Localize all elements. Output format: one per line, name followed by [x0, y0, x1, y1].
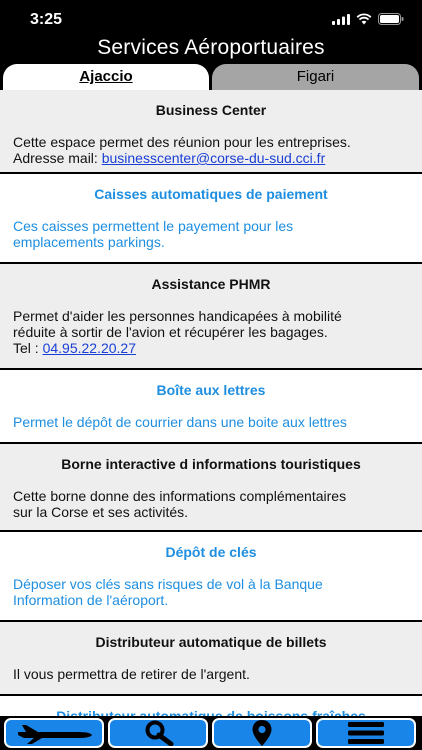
airplane-icon — [18, 725, 92, 744]
service-title: Caisses automatiques de paiement — [94, 186, 328, 202]
service-description: Ces caisses permettent le payement pour … — [0, 210, 422, 250]
menu-icon — [348, 722, 384, 744]
description-line: emplacements parkings. — [13, 234, 165, 250]
nav-flights-button[interactable] — [4, 718, 104, 748]
service-description: Il vous permettra de retirer de l'argent… — [0, 658, 422, 682]
list-item-distributeur-billets: Distributeur automatique de billets Il v… — [0, 622, 422, 696]
description-line: Permet le dépôt de courrier dans une boi… — [13, 414, 347, 430]
nav-menu-button[interactable] — [316, 718, 416, 748]
list-item-depot-de-cles: Dépôt de clés Déposer vos clés sans risq… — [0, 532, 422, 622]
description-line: Il vous permettra de retirer de l'argent… — [13, 666, 250, 682]
airport-tabs: Ajaccio Figari — [0, 64, 422, 90]
description-line: Information de l'aéroport. — [13, 592, 169, 608]
phone-link[interactable]: 04.95.22.20.27 — [43, 340, 136, 356]
list-item-caisses: Caisses automatiques de paiement Ces cai… — [0, 174, 422, 264]
nav-search-button[interactable] — [108, 718, 208, 748]
list-item-assistance-phmr: Assistance PHMR Permet d'aider les perso… — [0, 264, 422, 370]
description-line: Déposer vos clés sans risques de vol à l… — [13, 576, 323, 592]
services-list[interactable]: Business Center Cette espace permet des … — [0, 90, 422, 716]
service-title: Borne interactive d informations tourist… — [61, 456, 361, 472]
service-description: Déposer vos clés sans risques de vol à l… — [0, 568, 422, 608]
description-line: réduite à sortir de l'avion et récupérer… — [13, 324, 328, 340]
status-time: 3:25 — [30, 11, 63, 28]
battery-icon — [378, 13, 404, 25]
email-line: Adresse mail: businesscenter@corse-du-su… — [13, 150, 409, 166]
bottom-navigation — [0, 716, 422, 750]
description-line: Cette espace permet des réunion pour les… — [13, 134, 351, 150]
tab-ajaccio[interactable]: Ajaccio — [3, 64, 209, 90]
search-icon — [145, 720, 174, 746]
list-item-boite-aux-lettres: Boîte aux lettres Permet le dépôt de cou… — [0, 370, 422, 444]
service-description: Cette espace permet des réunion pour les… — [0, 126, 422, 166]
description-line: sur la Corse et ses activités. — [13, 504, 189, 520]
service-description: Permet d'aider les personnes handicapées… — [0, 300, 422, 356]
wifi-icon — [356, 13, 372, 25]
description-line: Permet d'aider les personnes handicapées… — [13, 308, 342, 324]
status-bar: 3:25 — [0, 0, 422, 34]
service-title: Distributeur automatique de boissons fra… — [56, 708, 366, 716]
service-title: Distributeur automatique de billets — [95, 634, 327, 650]
description-line: Ces caisses permettent le payement pour … — [13, 218, 294, 234]
list-item-business-center: Business Center Cette espace permet des … — [0, 90, 422, 174]
description-line: Cette borne donne des informations compl… — [13, 488, 347, 504]
status-icons — [332, 13, 404, 25]
list-item-distributeur-boissons: Distributeur automatique de boissons fra… — [0, 696, 422, 716]
service-title: Assistance PHMR — [151, 276, 271, 292]
phone-line: Tel : 04.95.22.20.27 — [13, 340, 409, 356]
service-title: Dépôt de clés — [165, 544, 257, 560]
phone-label: Tel : — [13, 340, 43, 356]
email-label: Adresse mail: — [13, 150, 102, 166]
service-title: Business Center — [155, 102, 267, 118]
tab-figari[interactable]: Figari — [212, 64, 419, 90]
page-title: Services Aéroportuaires — [97, 36, 325, 59]
service-title: Boîte aux lettres — [156, 382, 266, 398]
location-pin-icon — [252, 720, 272, 746]
list-item-borne-interactive: Borne interactive d informations tourist… — [0, 444, 422, 532]
service-description: Cette borne donne des informations compl… — [0, 480, 422, 520]
service-description: Permet le dépôt de courrier dans une boi… — [0, 406, 422, 430]
nav-map-button[interactable] — [212, 718, 312, 748]
signal-icon — [332, 13, 350, 25]
email-link[interactable]: businesscenter@corse-du-sud.cci.fr — [102, 150, 326, 166]
